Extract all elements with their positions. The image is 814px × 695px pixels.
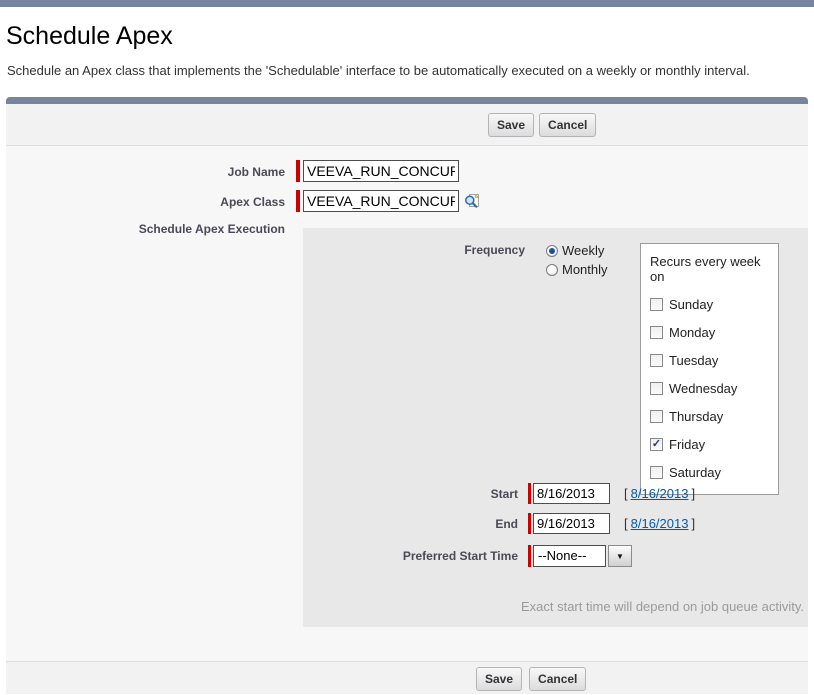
end-required-mark — [528, 513, 531, 534]
day-label-tuesday: Tuesday — [669, 353, 718, 368]
start-today-date-link[interactable]: 8/16/2013 — [631, 486, 689, 501]
day-label-sunday: Sunday — [669, 297, 713, 312]
checkbox-friday-icon-checked[interactable]: ✓ — [650, 438, 663, 451]
checkbox-sunday-icon[interactable] — [650, 298, 663, 311]
frequency-monthly-label: Monthly — [562, 262, 608, 277]
apex-class-required-mark — [296, 190, 300, 212]
end-date-link-group: [8/16/2013] — [624, 516, 695, 531]
day-label-friday: Friday — [669, 437, 705, 452]
day-option-friday[interactable]: ✓ Friday — [650, 437, 772, 452]
save-button[interactable]: Save — [488, 113, 534, 137]
top-accent-bar — [0, 0, 814, 7]
top-button-bar — [6, 104, 808, 146]
start-date-input[interactable] — [533, 483, 610, 504]
checkbox-saturday-icon[interactable] — [650, 466, 663, 479]
page-description: Schedule an Apex class that implements t… — [7, 63, 750, 78]
cancel-button[interactable]: Cancel — [539, 113, 596, 137]
bracket-close: ] — [691, 486, 695, 501]
day-option-tuesday[interactable]: Tuesday — [650, 353, 772, 368]
checkbox-monday-icon[interactable] — [650, 326, 663, 339]
section-header-bar — [6, 97, 808, 104]
save-button-bottom[interactable]: Save — [476, 667, 522, 691]
day-label-monday: Monday — [669, 325, 715, 340]
queue-note-text: Exact start time will depend on job queu… — [521, 599, 804, 614]
frequency-label: Frequency — [303, 243, 525, 257]
weekly-recurrence-panel: Recurs every week on Sunday Monday Tuesd… — [640, 243, 779, 495]
bracket-open: [ — [624, 516, 628, 531]
start-label: Start — [303, 487, 518, 501]
frequency-option-monthly[interactable]: Monthly — [546, 262, 608, 277]
job-name-input[interactable] — [303, 160, 459, 182]
checkbox-thursday-icon[interactable] — [650, 410, 663, 423]
day-option-thursday[interactable]: Thursday — [650, 409, 772, 424]
day-label-thursday: Thursday — [669, 409, 723, 424]
top-button-group: Save Cancel — [488, 113, 596, 137]
bracket-open: [ — [624, 486, 628, 501]
day-label-saturday: Saturday — [669, 465, 721, 480]
day-option-sunday[interactable]: Sunday — [650, 297, 772, 312]
day-option-monday[interactable]: Monday — [650, 325, 772, 340]
end-today-date-link[interactable]: 8/16/2013 — [631, 516, 689, 531]
frequency-option-weekly[interactable]: Weekly — [546, 243, 608, 258]
day-option-saturday[interactable]: Saturday — [650, 465, 772, 480]
chevron-down-icon[interactable]: ▼ — [608, 545, 632, 567]
bottom-button-bar — [6, 661, 808, 694]
cancel-button-bottom[interactable]: Cancel — [529, 667, 586, 691]
schedule-apex-page: { "page": { "title": "Schedule Apex", "d… — [0, 0, 814, 695]
apex-class-input[interactable] — [303, 190, 459, 212]
start-required-mark — [528, 483, 531, 504]
frequency-weekly-label: Weekly — [562, 243, 604, 258]
checkbox-tuesday-icon[interactable] — [650, 354, 663, 367]
apex-class-label: Apex Class — [6, 195, 285, 209]
apex-class-lookup-icon[interactable] — [463, 192, 481, 210]
preferred-start-time-value[interactable]: --None-- — [533, 545, 606, 567]
preferred-start-time-required-mark — [528, 545, 531, 567]
bracket-close: ] — [691, 516, 695, 531]
job-name-required-mark — [296, 160, 300, 182]
day-option-wednesday[interactable]: Wednesday — [650, 381, 772, 396]
schedule-apex-execution-label: Schedule Apex Execution — [6, 222, 285, 236]
job-name-label: Job Name — [6, 165, 285, 179]
radio-selected-dot — [549, 248, 555, 254]
radio-monthly-icon[interactable] — [546, 264, 558, 276]
checkbox-wednesday-icon[interactable] — [650, 382, 663, 395]
preferred-start-time-label: Preferred Start Time — [303, 549, 518, 563]
day-label-wednesday: Wednesday — [669, 381, 737, 396]
start-date-link-group: [8/16/2013] — [624, 486, 695, 501]
frequency-radio-group: Weekly Monthly — [546, 243, 608, 277]
end-label: End — [303, 517, 518, 531]
end-date-input[interactable] — [533, 513, 610, 534]
radio-weekly-icon[interactable] — [546, 245, 558, 257]
magnifier-document-icon — [463, 192, 481, 210]
weekly-recurrence-title: Recurs every week on — [650, 254, 772, 284]
page-title: Schedule Apex — [6, 22, 173, 51]
bottom-button-group: Save Cancel — [476, 667, 586, 691]
preferred-start-time-select[interactable]: --None-- ▼ — [533, 545, 632, 567]
